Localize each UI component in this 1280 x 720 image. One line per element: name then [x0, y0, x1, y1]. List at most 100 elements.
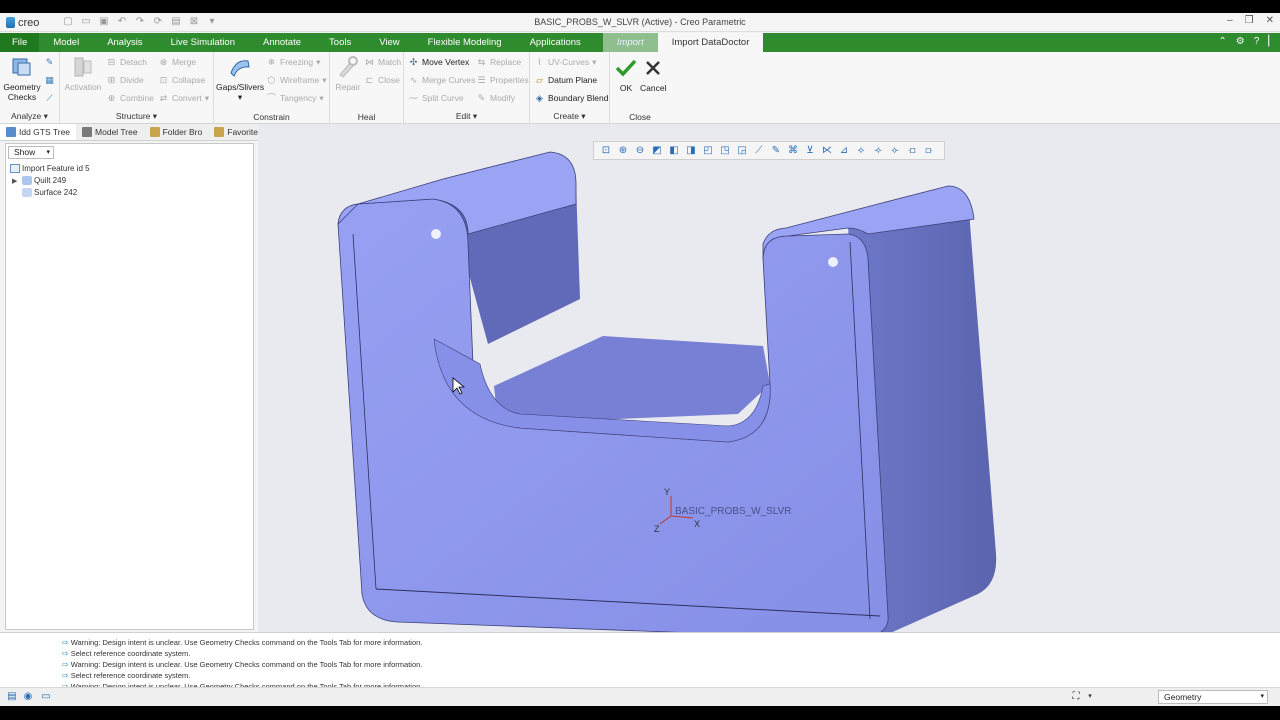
check-curve-icon: ⟋	[46, 93, 53, 103]
find-icon[interactable]: ⛶	[1070, 691, 1082, 703]
group-label-heal: Heal	[357, 112, 376, 122]
tab-tools[interactable]: Tools	[315, 33, 365, 52]
boundary-blend-button[interactable]: ◈ Boundary Blend	[534, 92, 608, 105]
repair-button[interactable]: Repair	[332, 55, 364, 92]
detach-button[interactable]: ⊟ Detach	[106, 56, 147, 69]
filter-1-icon[interactable]: ⟡	[854, 144, 868, 158]
annotation-display-icon[interactable]: ✎	[769, 144, 783, 158]
reorient-icon[interactable]: ◧	[667, 144, 681, 158]
analyze-tool-1-button[interactable]: ✎	[44, 56, 55, 69]
chevron-down-icon: ▾	[1260, 693, 1264, 700]
tab-model[interactable]: Model	[39, 33, 93, 52]
saved-views-icon[interactable]: ◨	[684, 144, 698, 158]
message-line: ⇨ Select reference coordinate system.	[62, 649, 191, 658]
group-label-edit[interactable]: Edit ▾	[404, 111, 529, 122]
cancel-x-icon	[646, 61, 660, 75]
tab-import-datadoctor[interactable]: Import DataDoctor	[657, 33, 764, 52]
analyze-tool-3-button[interactable]: ⟋	[44, 92, 55, 105]
ok-button[interactable]: OK	[614, 56, 638, 93]
uv-curves-button[interactable]: ⌇ UV-Curves ▾	[534, 56, 596, 69]
close-icon[interactable]: ✕	[1266, 15, 1274, 26]
ribbon-scroll-icon[interactable]: ▏	[1268, 36, 1276, 47]
divide-icon: ⊞	[107, 75, 116, 85]
tab-annotate[interactable]: Annotate	[249, 33, 315, 52]
display-style-icon[interactable]: ◰	[701, 144, 715, 158]
combine-button[interactable]: ⊕ Combine	[106, 92, 154, 105]
convert-button[interactable]: ⇄ Convert ▾	[158, 92, 209, 105]
tab-file[interactable]: File	[0, 33, 40, 52]
ribbon-right-controls: ⌃ ⚙ ? ▏	[1218, 36, 1276, 47]
geometry-checks-button[interactable]: Geometry Checks	[2, 55, 42, 102]
show-dropdown[interactable]: Show ▾	[8, 146, 54, 159]
move-vertex-icon: ✣	[409, 57, 418, 67]
freezing-icon: ❄	[267, 57, 276, 67]
properties-button[interactable]: ☰ Properties	[476, 74, 528, 87]
tab-model-tree[interactable]: Model Tree	[76, 124, 144, 140]
ribbon-settings-icon[interactable]: ⚙	[1236, 36, 1245, 47]
restore-icon[interactable]: ❐	[1245, 15, 1254, 26]
close-gap-button[interactable]: ⊏ Close	[364, 74, 400, 87]
view-manager-icon[interactable]: ◳	[718, 144, 732, 158]
wireframe-button[interactable]: ⬡ Wireframe ▾	[266, 74, 327, 87]
tangency-button[interactable]: ⌒ Tangency ▾	[266, 92, 324, 105]
axis-display-icon[interactable]: ⋉	[820, 144, 834, 158]
tree-item-import-feature[interactable]: Import Feature id 5	[10, 164, 90, 173]
collapse-button[interactable]: ⊡ Collapse	[158, 74, 205, 87]
tab-applications[interactable]: Applications	[516, 33, 595, 52]
csys-display-icon[interactable]: ⊻	[803, 144, 817, 158]
gaps-slivers-icon	[230, 60, 250, 77]
tab-import[interactable]: Import	[602, 33, 658, 52]
cancel-button[interactable]: Cancel	[640, 56, 666, 93]
plane-display-icon[interactable]: ⊿	[837, 144, 851, 158]
chevron-down-icon[interactable]: ▾	[1084, 691, 1096, 703]
tab-analysis[interactable]: Analysis	[93, 33, 156, 52]
modify-button[interactable]: ✎ Modify	[476, 92, 515, 105]
repaint-icon[interactable]: ◩	[650, 144, 664, 158]
chevron-down-icon: ▾	[46, 149, 50, 156]
tab-idd-gts-tree[interactable]: Idd GTS Tree	[0, 124, 77, 140]
freezing-button[interactable]: ❄ Freezing ▾	[266, 56, 321, 69]
graphics-viewport[interactable]: Y X Z BASIC_PROBS_W_SLVR	[258, 124, 1280, 632]
tab-view[interactable]: View	[365, 33, 413, 52]
help-icon[interactable]: ?	[1254, 36, 1260, 47]
tab-live-simulation[interactable]: Live Simulation	[157, 33, 249, 52]
split-curve-button[interactable]: ⁓ Split Curve	[408, 92, 464, 105]
csys-x-label: X	[694, 519, 700, 529]
activation-button[interactable]: Activation	[63, 55, 103, 92]
refit-icon[interactable]: ⊡	[599, 144, 613, 158]
replace-button[interactable]: ⇆ Replace	[476, 56, 521, 69]
tree-item-surface[interactable]: Surface 242	[22, 188, 77, 197]
group-label-analyze[interactable]: Analyze ▾	[0, 111, 59, 122]
zoom-in-icon[interactable]: ⊕	[616, 144, 630, 158]
analyze-tool-2-button[interactable]: ▦	[44, 74, 55, 87]
match-icon: ⋈	[365, 57, 374, 67]
tab-flexible-modeling[interactable]: Flexible Modeling	[414, 33, 516, 52]
merge-curves-button[interactable]: ∿ Merge Curves	[408, 74, 476, 87]
divide-button[interactable]: ⊞ Divide	[106, 74, 144, 87]
gaps-slivers-button[interactable]: Gaps/Slivers ▾	[216, 55, 264, 102]
filter-2-icon[interactable]: ⟢	[871, 144, 885, 158]
datum-display-icon[interactable]: ⟋	[752, 144, 766, 158]
expand-arrow-icon[interactable]: ▶	[12, 177, 20, 185]
minimize-icon[interactable]: –	[1227, 15, 1233, 26]
fullscreen-icon[interactable]: ▭	[40, 691, 52, 703]
tab-folder-browser[interactable]: Folder Bro	[144, 124, 209, 140]
move-vertex-button[interactable]: ✣ Move Vertex	[408, 56, 470, 69]
browser-toggle-icon[interactable]: ◉	[22, 691, 34, 703]
group-label-structure[interactable]: Structure ▾	[60, 111, 213, 122]
tree-item-quilt[interactable]: ▶ Quilt 249	[12, 176, 66, 185]
match-button[interactable]: ⋈ Match	[364, 56, 401, 69]
filter-5-icon[interactable]: ⟥	[922, 144, 936, 158]
zoom-out-icon[interactable]: ⊖	[633, 144, 647, 158]
datum-plane-button[interactable]: ▱ Datum Plane	[534, 74, 597, 87]
title-bar: creo ▢ ▭ ▣ ↶ ↷ ⟳ ▤ ⊠ ▾ BASIC_PROBS_W_SLV…	[0, 13, 1280, 32]
merge-button[interactable]: ⊗ Merge	[158, 56, 196, 69]
selection-filter-dropdown[interactable]: Geometry ▾	[1158, 690, 1268, 704]
perspective-icon[interactable]: ◲	[735, 144, 749, 158]
point-display-icon[interactable]: ⌘	[786, 144, 800, 158]
navigator-toggle-icon[interactable]: ▤	[6, 691, 18, 703]
filter-4-icon[interactable]: ⟤	[905, 144, 919, 158]
filter-3-icon[interactable]: ⟣	[888, 144, 902, 158]
group-label-create[interactable]: Create ▾	[530, 111, 609, 122]
minimize-ribbon-icon[interactable]: ⌃	[1218, 36, 1226, 47]
